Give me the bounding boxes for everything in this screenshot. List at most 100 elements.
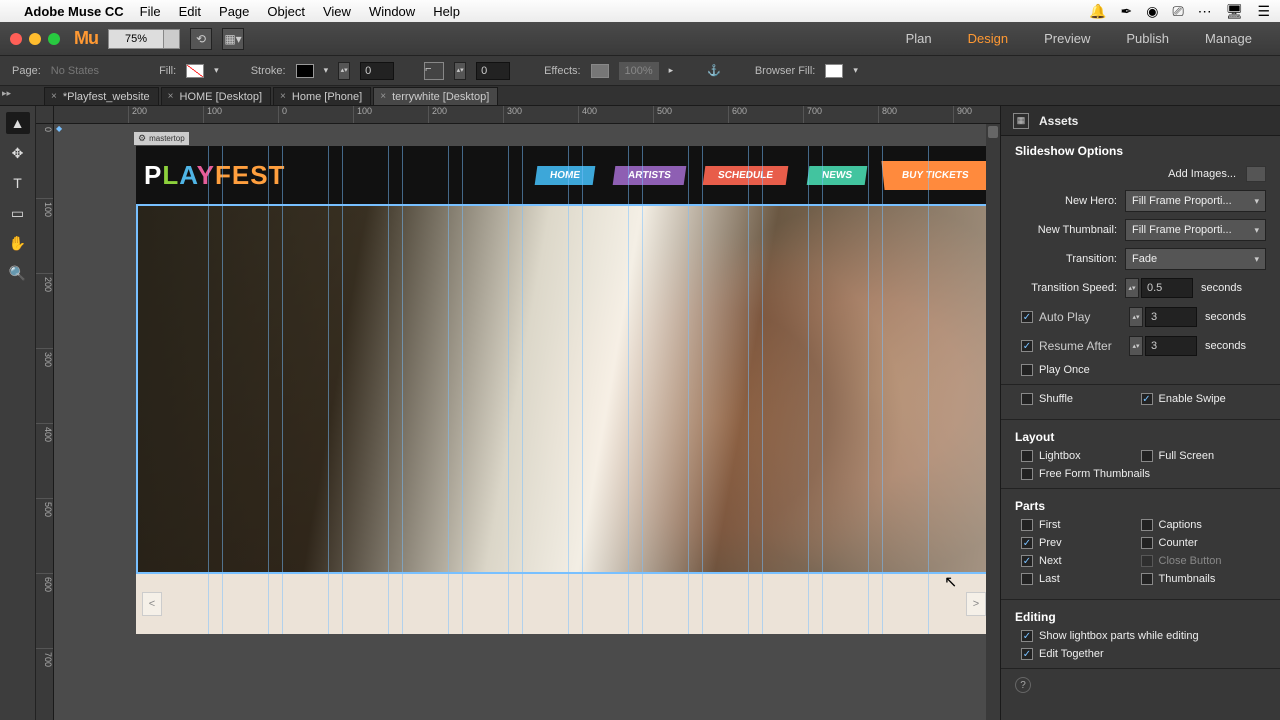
next-checkbox[interactable] bbox=[1021, 555, 1033, 567]
close-tab-icon[interactable]: × bbox=[280, 91, 286, 102]
close-window-icon[interactable] bbox=[10, 33, 22, 45]
list-icon[interactable]: ☰ bbox=[1257, 3, 1270, 20]
menu-view[interactable]: View bbox=[323, 4, 351, 19]
nav-home[interactable]: HOME bbox=[534, 166, 595, 185]
tspeed-stepper[interactable]: ▴▾ bbox=[1125, 278, 1139, 298]
effects-swatch[interactable] bbox=[591, 64, 609, 78]
ruler-vertical[interactable]: 0100200300400500600700 bbox=[36, 124, 54, 720]
mode-preview[interactable]: Preview bbox=[1026, 22, 1108, 56]
hand-tool[interactable]: ✋ bbox=[6, 232, 30, 254]
layout-section-head: Layout bbox=[1015, 430, 1266, 444]
nav-schedule[interactable]: SCHEDULE bbox=[703, 166, 789, 185]
stroke-swatch[interactable] bbox=[296, 64, 314, 78]
playonce-checkbox[interactable] bbox=[1021, 364, 1033, 376]
close-tab-icon[interactable]: × bbox=[51, 91, 57, 102]
menu-object[interactable]: Object bbox=[267, 4, 305, 19]
page-artboard[interactable]: ⚙mastertop PLAYFEST HOMEARTISTSSCHEDULEN… bbox=[136, 146, 992, 634]
last-checkbox[interactable] bbox=[1021, 573, 1033, 585]
bell-icon[interactable]: 🔔 bbox=[1089, 3, 1106, 20]
menu-page[interactable]: Page bbox=[219, 4, 249, 19]
prev-checkbox[interactable] bbox=[1021, 537, 1033, 549]
script-icon[interactable]: ✒ bbox=[1121, 3, 1133, 20]
nav-buy-tickets[interactable]: BUY TICKETS bbox=[884, 164, 986, 187]
doc-tab[interactable]: ×*Playfest_website bbox=[44, 87, 159, 105]
add-images-button[interactable]: Add Images... bbox=[1168, 168, 1236, 180]
cloud-icon[interactable]: ◉ bbox=[1146, 3, 1158, 20]
mode-manage[interactable]: Manage bbox=[1187, 22, 1270, 56]
menu-window[interactable]: Window bbox=[369, 4, 415, 19]
nav-news[interactable]: NEWS bbox=[806, 166, 867, 185]
slideshow-next-button[interactable]: > bbox=[966, 592, 986, 616]
minimize-window-icon[interactable] bbox=[29, 33, 41, 45]
text-tool[interactable]: T bbox=[6, 172, 30, 194]
canvas[interactable]: 2001000100200300400500600700800900100011… bbox=[36, 106, 1000, 720]
close-tab-icon[interactable]: × bbox=[380, 91, 386, 102]
nav-artists[interactable]: ARTISTS bbox=[612, 166, 685, 185]
folder-icon[interactable] bbox=[1246, 166, 1266, 182]
doc-tab[interactable]: ×Home [Phone] bbox=[273, 87, 371, 105]
effects-opacity[interactable]: 100% bbox=[619, 62, 659, 80]
crop-tool[interactable]: ✥ bbox=[6, 142, 30, 164]
ruler-horizontal[interactable]: 2001000100200300400500600700800900100011… bbox=[54, 106, 1000, 124]
doc-tab[interactable]: ×terrywhite [Desktop] bbox=[373, 87, 498, 105]
master-page-chip[interactable]: ⚙mastertop bbox=[134, 132, 189, 145]
ruler-origin[interactable] bbox=[36, 106, 54, 124]
rectangle-tool[interactable]: ▭ bbox=[6, 202, 30, 224]
resume-stepper[interactable]: ▴▾ bbox=[1129, 336, 1143, 356]
mode-plan[interactable]: Plan bbox=[888, 22, 950, 56]
swipe-checkbox[interactable] bbox=[1141, 393, 1153, 405]
shuffle-checkbox[interactable] bbox=[1021, 393, 1033, 405]
freeform-checkbox[interactable] bbox=[1021, 468, 1033, 480]
autoplay-input[interactable]: 3 bbox=[1145, 307, 1197, 327]
corner-stepper[interactable]: ▴▾ bbox=[454, 62, 466, 80]
selection-tool[interactable]: ▲ bbox=[6, 112, 30, 134]
fullscreen-checkbox[interactable] bbox=[1141, 450, 1153, 462]
panel-tab-assets[interactable]: ▦ Assets bbox=[1001, 106, 1280, 136]
mode-design[interactable]: Design bbox=[950, 22, 1026, 56]
vertical-scrollbar[interactable] bbox=[986, 124, 1000, 720]
zoom-dropdown[interactable]: ▾ bbox=[164, 29, 180, 49]
corner-radius-input[interactable]: 0 bbox=[476, 62, 510, 80]
browser-fill-swatch[interactable] bbox=[825, 64, 843, 78]
counter-checkbox[interactable] bbox=[1141, 537, 1153, 549]
doc-tab[interactable]: ×HOME [Desktop] bbox=[161, 87, 271, 105]
screen-mode-button[interactable]: ▦▾ bbox=[222, 28, 244, 50]
slideshow-prev-button[interactable]: < bbox=[142, 592, 162, 616]
resume-checkbox[interactable] bbox=[1021, 340, 1033, 352]
page-states-select[interactable]: No States bbox=[51, 65, 99, 77]
autoplay-checkbox[interactable] bbox=[1021, 311, 1033, 323]
menu-edit[interactable]: Edit bbox=[179, 4, 201, 19]
resume-input[interactable]: 3 bbox=[1145, 336, 1197, 356]
slideshow-hero[interactable] bbox=[136, 204, 992, 574]
display-icon[interactable]: 🖥 bbox=[1226, 3, 1244, 20]
more-icon[interactable]: ⋯ bbox=[1198, 3, 1212, 20]
traffic-lights[interactable] bbox=[10, 33, 60, 45]
edit-together-checkbox[interactable] bbox=[1021, 648, 1033, 660]
new-thumbnail-select[interactable]: Fill Frame Proporti... bbox=[1125, 219, 1266, 241]
menu-file[interactable]: File bbox=[140, 4, 161, 19]
fill-swatch[interactable] bbox=[186, 64, 204, 78]
show-lightbox-checkbox[interactable] bbox=[1021, 630, 1033, 642]
zoom-tool[interactable]: 🔍 bbox=[6, 262, 30, 284]
page-guide-marker[interactable]: ◆ bbox=[56, 124, 62, 133]
help-icon[interactable]: ? bbox=[1015, 677, 1031, 693]
first-checkbox[interactable] bbox=[1021, 519, 1033, 531]
zoom-window-icon[interactable] bbox=[48, 33, 60, 45]
undo-button[interactable]: ⟲ bbox=[190, 28, 212, 50]
corner-icon[interactable]: ⌐ bbox=[424, 62, 444, 80]
stroke-stepper[interactable]: ▴▾ bbox=[338, 62, 350, 80]
mode-publish[interactable]: Publish bbox=[1108, 22, 1187, 56]
thumbnails-checkbox[interactable] bbox=[1141, 573, 1153, 585]
close-tab-icon[interactable]: × bbox=[168, 91, 174, 102]
transition-speed-input[interactable]: 0.5 bbox=[1141, 278, 1193, 298]
captions-checkbox[interactable] bbox=[1141, 519, 1153, 531]
anchor-icon[interactable]: ⚓ bbox=[707, 64, 721, 77]
camera-icon[interactable]: ⎚ bbox=[1172, 3, 1183, 20]
autoplay-stepper[interactable]: ▴▾ bbox=[1129, 307, 1143, 327]
lightbox-checkbox[interactable] bbox=[1021, 450, 1033, 462]
menu-help[interactable]: Help bbox=[433, 4, 460, 19]
stroke-width-input[interactable]: 0 bbox=[360, 62, 394, 80]
transition-select[interactable]: Fade bbox=[1125, 248, 1266, 270]
zoom-input[interactable]: 75% bbox=[108, 29, 164, 49]
new-hero-select[interactable]: Fill Frame Proporti... bbox=[1125, 190, 1266, 212]
